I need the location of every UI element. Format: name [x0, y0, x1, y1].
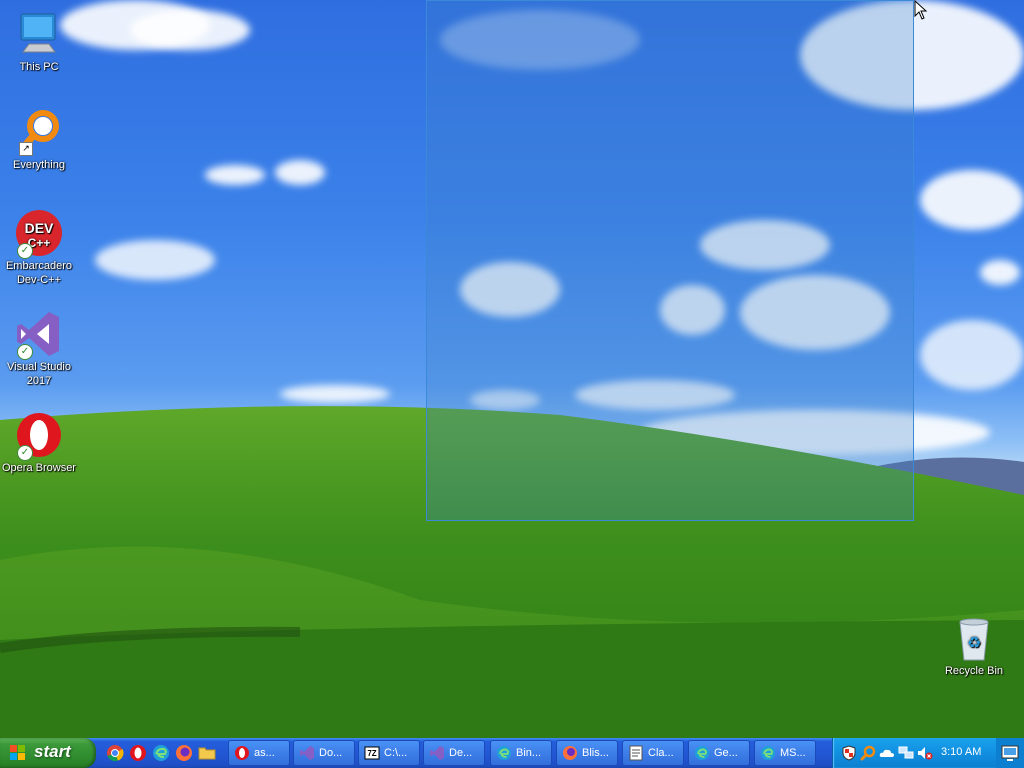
sync-check-icon: ✓ [17, 344, 33, 360]
system-tray: 3:10 AM [832, 738, 997, 768]
security-shield-icon[interactable] [841, 745, 857, 761]
search-icon[interactable] [860, 745, 876, 761]
mouse-cursor-icon [914, 0, 928, 20]
desktop-icon-label: Embarcadero Dev-C++ [5, 260, 73, 286]
start-button[interactable]: start [0, 738, 96, 768]
visual-studio-icon [300, 746, 314, 760]
taskbar-button-visual-studio[interactable]: De... [423, 740, 485, 766]
svg-text:7Z: 7Z [367, 749, 376, 758]
folder-icon[interactable] [198, 744, 216, 762]
desktop-icon-this-pc[interactable]: This PC [1, 10, 77, 74]
network-icon[interactable] [898, 745, 914, 761]
desktop-icon-dev-cpp[interactable]: DEV C++ ✓ Embarcadero Dev-C++ [1, 209, 77, 287]
taskbar-button-label: as... [254, 747, 275, 759]
7zip-icon: 7Z [364, 746, 380, 760]
dev-cpp-icon: DEV C++ ✓ [15, 209, 63, 259]
visual-studio-icon: ✓ [15, 310, 63, 360]
sync-check-icon: ✓ [17, 243, 33, 259]
taskbar-button-label: Blis... [582, 747, 609, 759]
desktop[interactable]: This PC ↗ Everything DEV C++ ✓ Embarcade… [0, 0, 1024, 738]
taskbar-button-label: Ge... [714, 747, 738, 759]
visual-studio-icon [430, 746, 444, 760]
desktop-icon-label: Recycle Bin [944, 665, 1004, 677]
selection-rectangle [426, 0, 914, 521]
firefox-icon[interactable] [175, 744, 193, 762]
recycle-bin-icon: ♻ [950, 614, 998, 662]
desktop-icon-label: Everything [13, 159, 65, 171]
onedrive-cloud-icon[interactable] [879, 745, 895, 761]
show-desktop-icon[interactable] [996, 738, 1024, 768]
edge-icon [497, 746, 511, 760]
taskbar-button-label: Cla... [648, 747, 674, 759]
taskbar-button-label: Bin... [516, 747, 542, 759]
windows-flag-icon [10, 745, 26, 761]
taskbar-button-edge[interactable]: MS... [754, 740, 816, 766]
taskbar-button-label: De... [449, 747, 473, 759]
sync-check-icon: ✓ [17, 445, 33, 461]
desktop-icon-recycle-bin[interactable]: ♻ Recycle Bin [936, 614, 1012, 678]
taskbar: start as... Do... 7Z C:\... De... Bin...… [0, 738, 1024, 768]
taskbar-button-edge[interactable]: Ge... [688, 740, 750, 766]
document-icon [629, 745, 643, 761]
desktop-icon-label: Visual Studio 2017 [6, 361, 71, 387]
opera-icon [235, 746, 249, 760]
svg-text:DEV: DEV [25, 220, 54, 236]
taskbar-button-opera[interactable]: as... [228, 740, 290, 766]
opera-icon[interactable] [129, 744, 147, 762]
taskbar-button-label: MS... [780, 747, 806, 759]
edge-icon [695, 746, 709, 760]
taskbar-button-visual-studio[interactable]: Do... [293, 740, 355, 766]
taskbar-button-edge[interactable]: Bin... [490, 740, 552, 766]
chrome-icon[interactable] [106, 744, 124, 762]
taskbar-button-label: Do... [319, 747, 343, 759]
taskbar-button-document[interactable]: Cla... [622, 740, 684, 766]
desktop-icon-visual-studio[interactable]: ✓ Visual Studio 2017 [1, 310, 77, 388]
firefox-icon [563, 746, 577, 760]
taskbar-button-firefox[interactable]: Blis... [556, 740, 618, 766]
this-pc-icon [15, 10, 63, 58]
taskbar-button-7zip[interactable]: 7Z C:\... [358, 740, 420, 766]
desktop-icon-label: This PC [19, 61, 59, 73]
desktop-icon-opera[interactable]: ✓ Opera Browser [1, 411, 77, 475]
shortcut-arrow-icon: ↗ [19, 142, 33, 156]
svg-text:♻: ♻ [967, 633, 981, 652]
clock[interactable]: 3:10 AM [941, 746, 981, 758]
volume-muted-icon[interactable] [917, 745, 933, 761]
desktop-icon-label: Opera Browser [2, 462, 76, 474]
edge-icon[interactable] [152, 744, 170, 762]
start-label: start [34, 742, 71, 761]
taskbar-button-label: C:\... [384, 747, 408, 759]
edge-icon [761, 746, 775, 760]
opera-icon: ✓ [15, 411, 63, 461]
desktop-icon-everything[interactable]: ↗ Everything [1, 108, 77, 172]
everything-search-icon: ↗ [15, 108, 63, 156]
